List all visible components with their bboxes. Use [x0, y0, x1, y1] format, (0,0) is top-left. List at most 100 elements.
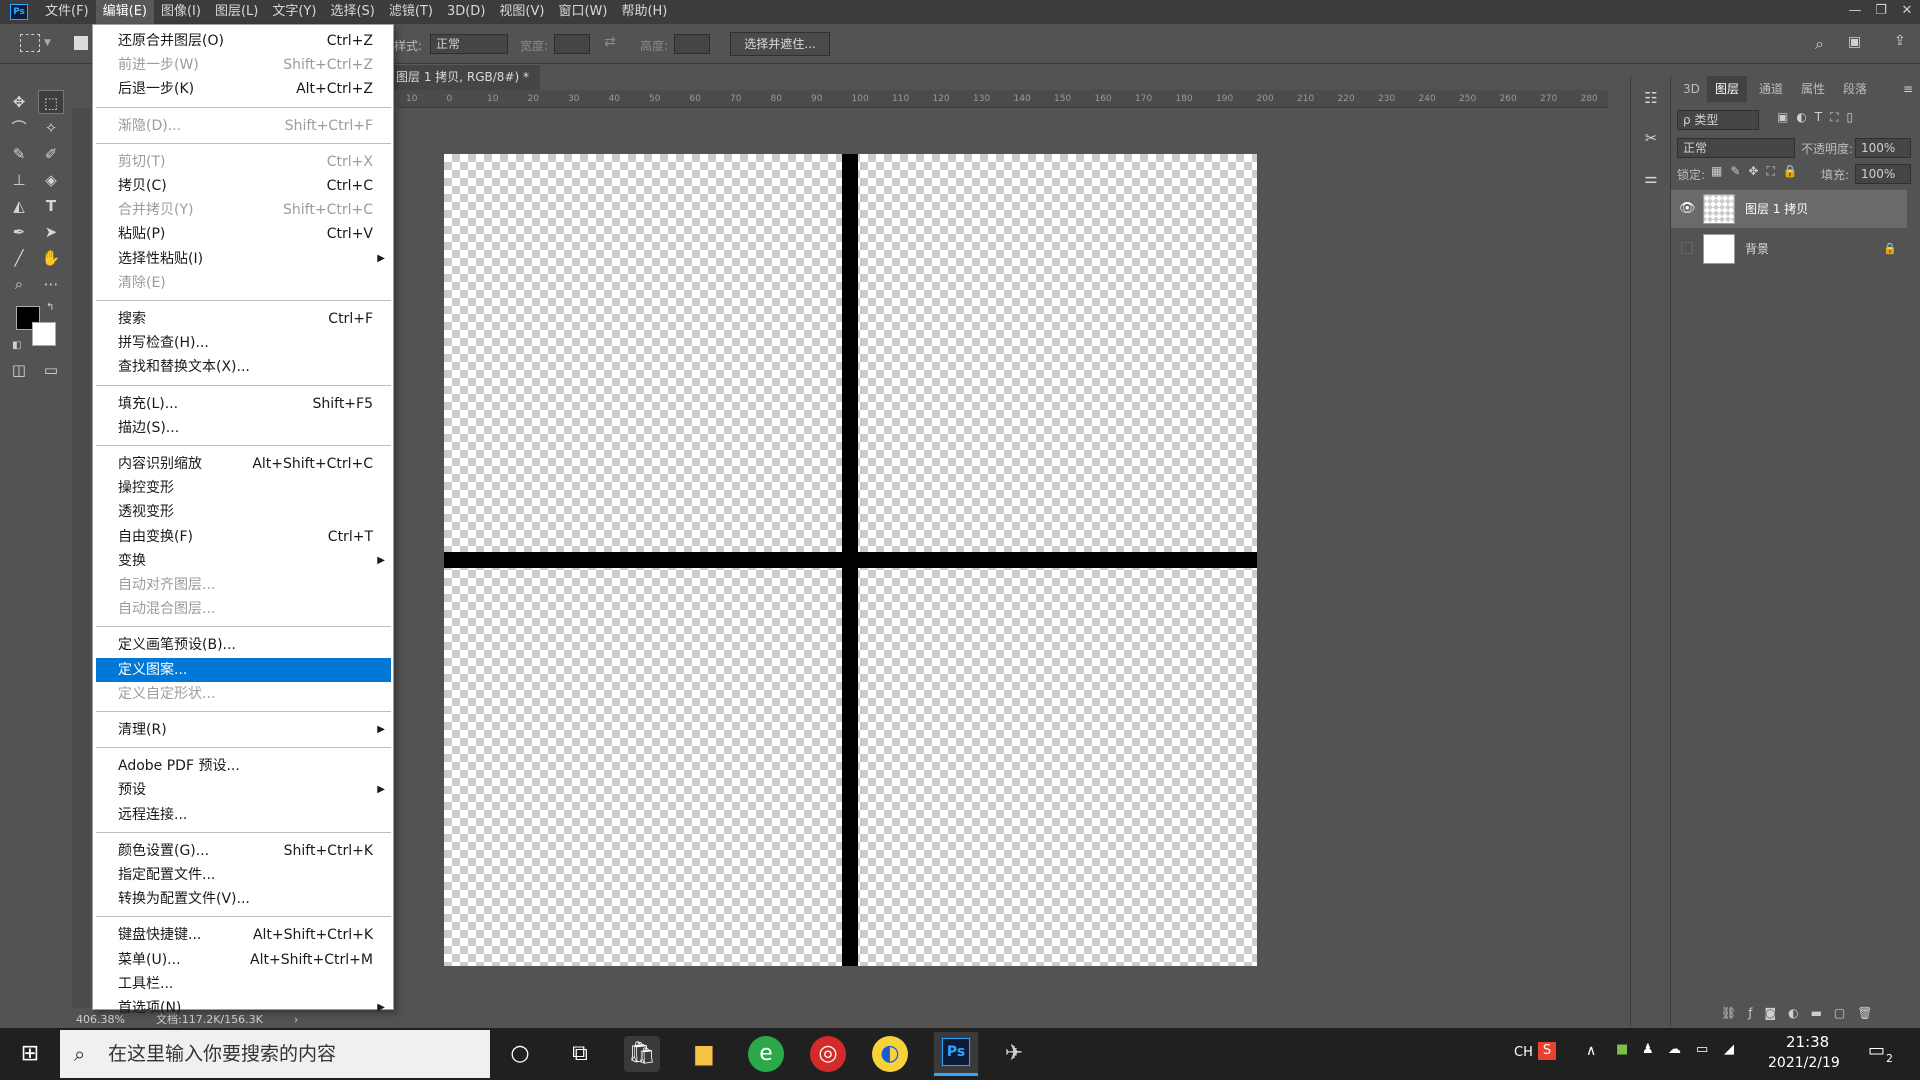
- edit-menu-item[interactable]: 预设 ▶: [96, 778, 391, 802]
- windows-start-icon[interactable]: ⊞: [12, 1036, 48, 1072]
- edit-menu-item[interactable]: 内容识别缩放 Alt+Shift+Ctrl+C: [96, 452, 391, 476]
- edit-menu-item[interactable]: 首选项(N) ▶: [96, 996, 391, 1020]
- pen-tool-icon[interactable]: ✒: [6, 220, 32, 244]
- marquee-tool-preset-icon[interactable]: [20, 34, 40, 52]
- edit-menu-item[interactable]: 还原合并图层(O) Ctrl+Z: [96, 29, 391, 53]
- menu-3d[interactable]: 3D(D): [440, 0, 492, 24]
- learn-icon[interactable]: ☷: [1638, 86, 1664, 110]
- browser-icon[interactable]: e: [748, 1036, 784, 1072]
- tab-3d[interactable]: 3D: [1675, 76, 1708, 102]
- chevron-down-icon[interactable]: ▼: [44, 38, 51, 48]
- edit-menu-item[interactable]: 操控变形: [96, 476, 391, 500]
- edit-menu-item[interactable]: 转换为配置文件(V)...: [96, 887, 391, 911]
- properties-sliders-icon[interactable]: ⚌: [1638, 166, 1664, 190]
- onedrive-icon[interactable]: ☁: [1668, 1042, 1681, 1057]
- tab-properties[interactable]: 属性: [1793, 76, 1833, 102]
- tray-expand-icon[interactable]: ∧: [1586, 1043, 1596, 1059]
- lasso-tool-icon[interactable]: ⌒: [6, 116, 32, 140]
- panel-menu-icon[interactable]: ≡: [1903, 82, 1913, 96]
- clock-date[interactable]: 2021/2/19: [1768, 1055, 1840, 1071]
- quick-mask-icon[interactable]: ◫: [6, 358, 32, 382]
- eyedropper-tool-icon[interactable]: ✎: [6, 142, 32, 166]
- edit-menu-item[interactable]: 工具栏...: [96, 972, 391, 996]
- eraser-tool-icon[interactable]: ◈: [38, 168, 64, 192]
- edit-menu-item[interactable]: 透视变形: [96, 500, 391, 524]
- layer-row-copy[interactable]: 👁 图层 1 拷贝: [1671, 190, 1907, 228]
- sogou-ime-icon[interactable]: S: [1538, 1042, 1556, 1060]
- menu-layer[interactable]: 图层(L): [208, 0, 265, 24]
- nvidia-icon[interactable]: ■: [1616, 1042, 1628, 1057]
- default-colors-icon[interactable]: ◧: [12, 340, 21, 351]
- close-icon[interactable]: ✕: [1894, 0, 1920, 24]
- edit-menu-item[interactable]: 拷贝(C) Ctrl+C: [96, 174, 391, 198]
- notification-icon[interactable]: ▭: [1868, 1040, 1885, 1061]
- width-input[interactable]: [554, 34, 590, 54]
- stamp-tool-icon[interactable]: ⊥: [6, 168, 32, 192]
- edit-menu-item[interactable]: 定义图案...: [96, 657, 391, 682]
- edit-menu-item[interactable]: 粘贴(P) Ctrl+V: [96, 222, 391, 246]
- zoom-tool-icon[interactable]: ⌕: [6, 272, 32, 296]
- restore-icon[interactable]: ❐: [1868, 0, 1894, 24]
- workspace-icon[interactable]: ▣: [1848, 34, 1861, 50]
- edit-menu-item[interactable]: 定义画笔预设(B)...: [96, 633, 391, 657]
- document-tab[interactable]: 图层 1 拷贝, RGB/8#) * ×: [390, 64, 540, 109]
- media-player-icon[interactable]: ◐: [872, 1036, 908, 1072]
- layer-actions[interactable]: ⛓ƒ◙◐▬▢🗑: [1721, 1006, 1884, 1020]
- wifi-icon[interactable]: ◢: [1724, 1042, 1734, 1057]
- hand-tool-icon[interactable]: ✋: [38, 246, 64, 270]
- edit-menu-item[interactable]: 填充(L)... Shift+F5: [96, 392, 391, 416]
- select-and-mask-button[interactable]: 选择并遮住...: [730, 32, 830, 56]
- edit-menu-item[interactable]: 清理(R) ▶: [96, 718, 391, 742]
- menu-file[interactable]: 文件(F): [38, 0, 96, 24]
- menu-edit[interactable]: 编辑(E): [95, 0, 154, 24]
- edit-menu-item[interactable]: 自由变换(F) Ctrl+T: [96, 525, 391, 549]
- new-selection-icon[interactable]: [74, 36, 88, 50]
- opacity-input[interactable]: 100%: [1855, 138, 1911, 158]
- height-input[interactable]: [674, 34, 710, 54]
- layer-filter-select[interactable]: ρ 类型: [1677, 110, 1759, 130]
- minimize-icon[interactable]: —: [1842, 0, 1868, 24]
- qq-icon[interactable]: ♟: [1642, 1042, 1654, 1057]
- search-icon[interactable]: ⌕: [1815, 34, 1824, 54]
- edit-menu-item[interactable]: 远程连接...: [96, 803, 391, 827]
- tab-paragraph[interactable]: 段落: [1835, 76, 1875, 102]
- gradient-tool-icon[interactable]: ◭: [6, 194, 32, 218]
- clock-time[interactable]: 21:38: [1786, 1033, 1829, 1051]
- menu-help[interactable]: 帮助(H): [614, 0, 674, 24]
- app-icon[interactable]: ✈: [996, 1036, 1032, 1072]
- fill-input[interactable]: 100%: [1855, 164, 1911, 184]
- ime-indicator[interactable]: CH: [1514, 1045, 1533, 1060]
- swap-icon[interactable]: ⇄: [604, 34, 616, 50]
- layer-filter-icons[interactable]: ▣◐T⛶▯: [1777, 110, 1861, 125]
- store-icon[interactable]: 🛍: [624, 1036, 660, 1072]
- more-tools-icon[interactable]: ⋯: [38, 272, 64, 296]
- netease-music-icon[interactable]: ◎: [810, 1036, 846, 1072]
- cortana-icon[interactable]: ○: [502, 1036, 538, 1072]
- edit-menu-item[interactable]: 查找和替换文本(X)...: [96, 355, 391, 379]
- screen-mode-icon[interactable]: ▭: [38, 358, 64, 382]
- edit-menu-item[interactable]: 变换 ▶: [96, 549, 391, 573]
- line-tool-icon[interactable]: ╱: [6, 246, 32, 270]
- swap-colors-icon[interactable]: ↰: [46, 302, 54, 313]
- edit-menu-item[interactable]: 后退一步(K) Alt+Ctrl+Z: [96, 77, 391, 101]
- edit-menu-item[interactable]: 指定配置文件...: [96, 863, 391, 887]
- menu-image[interactable]: 图像(I): [154, 0, 208, 24]
- edit-menu-item[interactable]: 拼写检查(H)...: [96, 331, 391, 355]
- menu-view[interactable]: 视图(V): [492, 0, 551, 24]
- menu-window[interactable]: 窗口(W): [551, 0, 614, 24]
- brush-tool-icon[interactable]: ✐: [38, 142, 64, 166]
- magic-wand-tool-icon[interactable]: ✧: [38, 116, 64, 140]
- tools-adjust-icon[interactable]: ✂: [1638, 126, 1664, 150]
- layer-row-background[interactable]: 背景 🔒: [1671, 230, 1907, 268]
- task-view-icon[interactable]: ⧉: [562, 1036, 598, 1072]
- tab-layers[interactable]: 图层: [1707, 76, 1748, 102]
- edit-menu-item[interactable]: 颜色设置(G)... Shift+Ctrl+K: [96, 839, 391, 863]
- edit-menu-item[interactable]: 菜单(U)... Alt+Shift+Ctrl+M: [96, 948, 391, 972]
- marquee-tool-icon[interactable]: ⬚: [38, 90, 64, 114]
- style-select[interactable]: 正常: [430, 34, 508, 54]
- lock-icons[interactable]: ▦✎✥⛶🔒: [1711, 164, 1806, 179]
- menu-select[interactable]: 选择(S): [323, 0, 381, 24]
- background-color-swatch[interactable]: [32, 322, 56, 346]
- menu-filter[interactable]: 滤镜(T): [382, 0, 440, 24]
- path-select-tool-icon[interactable]: ➤: [38, 220, 64, 244]
